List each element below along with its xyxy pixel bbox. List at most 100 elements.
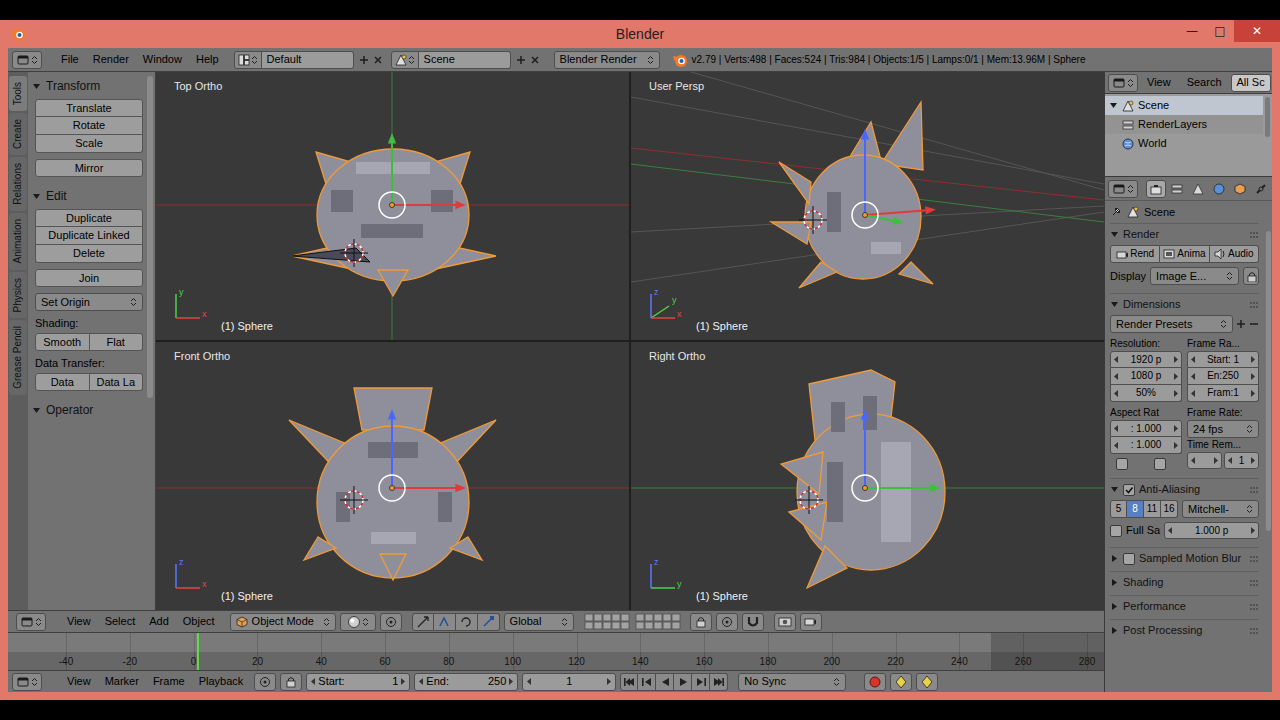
manipulator-button[interactable]: [456, 613, 478, 631]
play-reverse-button[interactable]: [656, 673, 674, 691]
keying-set-button[interactable]: [890, 673, 912, 691]
add-preset-icon[interactable]: [1236, 319, 1246, 329]
collapse-arrow-icon[interactable]: [32, 406, 41, 415]
context-tab[interactable]: [1146, 180, 1166, 198]
shelf-tab[interactable]: Grease Pencil: [9, 320, 27, 395]
play-button[interactable]: [674, 673, 692, 691]
sample-option[interactable]: 11: [1144, 500, 1161, 518]
menu-item[interactable]: View: [1140, 77, 1178, 88]
context-tab[interactable]: [1188, 180, 1208, 198]
display-filter[interactable]: All Sc: [1231, 74, 1271, 92]
menu-item[interactable]: Add: [142, 616, 176, 627]
current-frame-field[interactable]: 1: [522, 673, 616, 691]
dropdown[interactable]: Mitchell-: [1182, 500, 1259, 518]
panel-header[interactable]: Transform: [32, 76, 143, 96]
context-tab[interactable]: [1251, 180, 1271, 198]
number-field[interactable]: [1187, 452, 1222, 469]
manipulator-button[interactable]: [434, 613, 456, 631]
checkbox[interactable]: [1123, 484, 1135, 496]
remove-preset-icon[interactable]: [1249, 319, 1259, 329]
scroll-thumb[interactable]: [147, 76, 153, 398]
menu-item[interactable]: Select: [98, 616, 143, 627]
dropdown[interactable]: No Sync: [738, 673, 846, 691]
render-button[interactable]: Rend: [1110, 245, 1160, 263]
proportional-button[interactable]: [716, 613, 738, 631]
number-field[interactable]: 1: [1224, 452, 1259, 469]
tool-button[interactable]: Duplicate: [35, 209, 143, 227]
render-button[interactable]: Audio: [1210, 245, 1259, 263]
panel-header[interactable]: Post Processing: [1110, 620, 1259, 641]
panel-header[interactable]: Shading: [1110, 572, 1259, 593]
dropdown[interactable]: Object Mode: [230, 613, 336, 631]
jump-start-button[interactable]: [620, 673, 638, 691]
frame-field[interactable]: End:250: [414, 673, 518, 691]
menu-item[interactable]: Window: [136, 54, 189, 65]
jump-key-back-button[interactable]: [638, 673, 656, 691]
number-field[interactable]: 1.000 p: [1164, 522, 1259, 539]
tool-button[interactable]: Data La: [90, 373, 144, 391]
panel-header[interactable]: Sampled Motion Blur: [1110, 548, 1259, 569]
tool-button[interactable]: Join: [35, 269, 143, 287]
insert-keyframe-button[interactable]: [916, 673, 938, 691]
tool-button[interactable]: Duplicate Linked: [35, 227, 143, 245]
tool-button[interactable]: Mirror: [35, 159, 143, 177]
timeline-editor-button[interactable]: [12, 673, 42, 691]
context-tab[interactable]: [1230, 180, 1250, 198]
collapse-arrow-icon[interactable]: [1110, 230, 1119, 239]
outliner-editor-button[interactable]: [1108, 74, 1138, 92]
playhead[interactable]: [197, 633, 199, 670]
dropdown[interactable]: Set Origin: [35, 293, 143, 311]
sample-option[interactable]: 5: [1110, 500, 1127, 518]
context-tab[interactable]: [1209, 180, 1229, 198]
collapse-arrow-icon[interactable]: [32, 82, 41, 91]
checkbox[interactable]: [1116, 458, 1128, 470]
context-tab[interactable]: [1167, 180, 1187, 198]
panel-header[interactable]: Operator: [32, 400, 143, 420]
panel-header[interactable]: Render: [1110, 224, 1259, 245]
number-field[interactable]: En:250: [1187, 368, 1259, 385]
close-button[interactable]: ✕: [1234, 20, 1280, 42]
number-field[interactable]: 50%: [1110, 385, 1182, 402]
dropdown[interactable]: Image E...: [1150, 267, 1239, 285]
viewport[interactable]: Top Ortho(1) Sphereyx: [156, 72, 629, 340]
tool-button[interactable]: Translate: [35, 99, 143, 117]
menu-item[interactable]: View: [60, 616, 98, 627]
outliner-row[interactable]: World: [1105, 134, 1263, 153]
dropdown[interactable]: Blender Render: [554, 51, 660, 69]
scroll-thumb[interactable]: [1266, 231, 1271, 531]
mesh-object[interactable]: [156, 72, 629, 340]
lock-button[interactable]: [690, 613, 712, 631]
checkbox[interactable]: [1110, 525, 1122, 537]
shelf-tab[interactable]: Create: [9, 113, 27, 155]
sample-option[interactable]: 16: [1161, 500, 1178, 518]
number-field[interactable]: Fram:1: [1187, 385, 1259, 402]
panel-header[interactable]: Performance: [1110, 596, 1259, 617]
checkbox[interactable]: [1154, 458, 1166, 470]
menu-item[interactable]: File: [54, 54, 86, 65]
expand-arrow-icon[interactable]: [1110, 602, 1119, 611]
collapse-arrow-icon[interactable]: [1109, 101, 1118, 110]
shelf-tab[interactable]: Physics: [9, 272, 27, 318]
dropdown[interactable]: Render Presets: [1110, 315, 1233, 333]
menu-item[interactable]: Search: [1180, 77, 1229, 88]
number-field[interactable]: Start: 1: [1187, 351, 1259, 368]
tool-button[interactable]: Data: [35, 373, 90, 391]
menu-item[interactable]: Help: [189, 54, 226, 65]
checkbox[interactable]: [1123, 553, 1135, 565]
lock-interface-button[interactable]: [1243, 267, 1259, 285]
scroll-thumb[interactable]: [1265, 97, 1270, 137]
opengl-render-button[interactable]: [774, 613, 796, 631]
render-button[interactable]: Anima: [1160, 245, 1209, 263]
jump-end-button[interactable]: [710, 673, 728, 691]
number-field[interactable]: 1080 p: [1110, 368, 1182, 385]
outliner-row[interactable]: RenderLayers: [1105, 115, 1263, 134]
outliner-row[interactable]: Scene: [1105, 96, 1263, 115]
menu-item[interactable]: Render: [86, 54, 136, 65]
snap-button[interactable]: [742, 613, 764, 631]
tool-button[interactable]: Flat: [90, 333, 144, 351]
viewport[interactable]: Right Ortho(1) Spherezy: [631, 342, 1104, 610]
selector-button[interactable]: [234, 51, 262, 69]
mesh-object[interactable]: [631, 72, 1104, 340]
layers-grid[interactable]: [584, 613, 682, 630]
collapse-arrow-icon[interactable]: [1110, 300, 1119, 309]
